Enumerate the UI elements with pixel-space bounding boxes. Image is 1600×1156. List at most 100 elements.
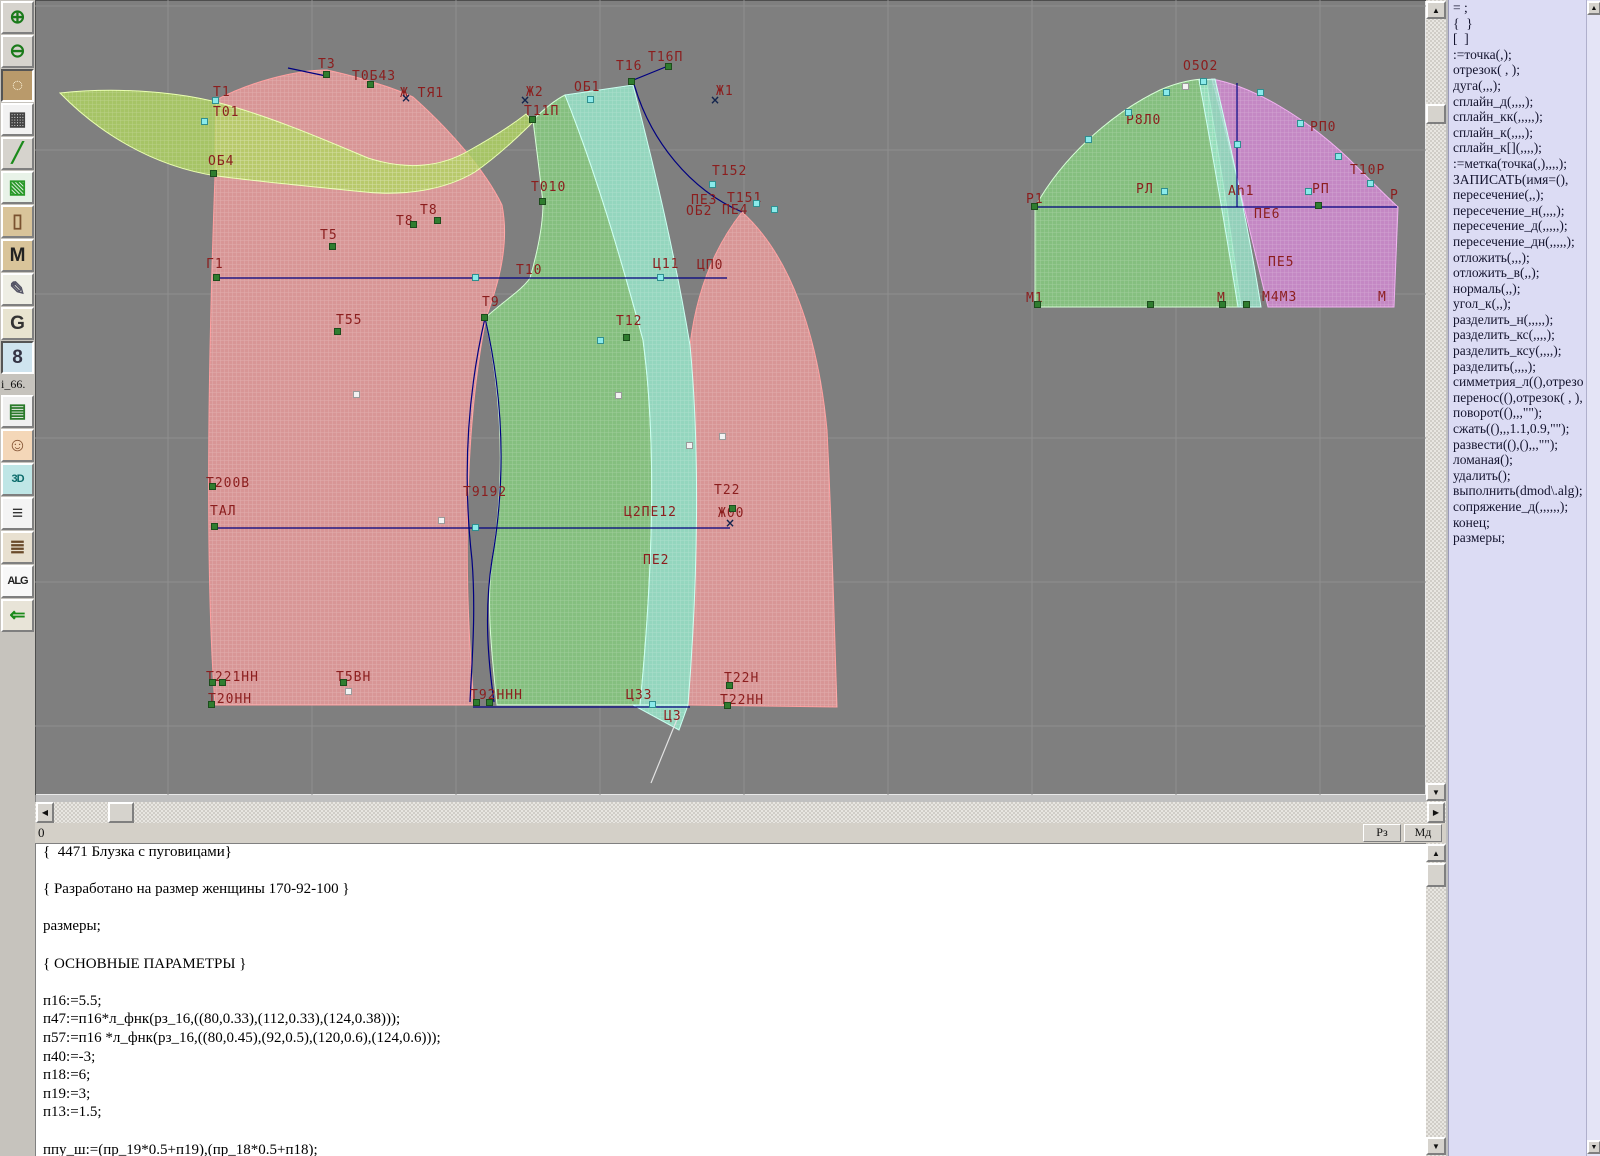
code-line[interactable] <box>35 862 1426 881</box>
function-item[interactable]: перенос((),отрезок( , ), <box>1449 390 1587 406</box>
pattern-view-button[interactable]: ◌ <box>1 69 34 102</box>
drafting-tools-button[interactable]: ✎ <box>1 273 34 306</box>
scroll-down-arrow[interactable]: ▼ <box>1426 1137 1446 1155</box>
code-line[interactable]: размеры; <box>35 917 1426 936</box>
code-line[interactable]: п57:=п16 *л_фнк(рз_16,((80,0.45),(92,0.5… <box>35 1029 1426 1048</box>
function-item[interactable]: пересечение_н(,,,,); <box>1449 203 1587 219</box>
function-item[interactable]: ЗАПИСАТЬ(имя=(), <box>1449 172 1587 188</box>
back-arrow-button[interactable]: ⇐ <box>1 599 34 632</box>
function-item[interactable]: отрезок( , ); <box>1449 62 1587 78</box>
pattern-frame-button[interactable]: ▯ <box>1 205 34 238</box>
function-item[interactable]: дуга(,,,); <box>1449 78 1587 94</box>
function-item[interactable]: угол_к(,,); <box>1449 296 1587 312</box>
pattern-m-icon: M <box>10 246 26 265</box>
pattern-frame-icon: ▯ <box>12 212 22 231</box>
code-line[interactable]: п18:=6; <box>35 1066 1426 1085</box>
code-line[interactable]: ппу_ш:=(пр_19*0.5+п19),(пр_18*0.5+п18); <box>35 1141 1426 1156</box>
pattern-m-button[interactable]: M <box>1 239 34 272</box>
measure-icon: ╱ <box>12 144 23 163</box>
function-item[interactable]: поворот((),,,""); <box>1449 405 1587 421</box>
canvas-hscroll-thumb[interactable] <box>108 802 134 823</box>
function-item[interactable]: сплайн_к[](,,,,); <box>1449 140 1587 156</box>
function-item[interactable]: разделить_кс(,,,,); <box>1449 327 1587 343</box>
image-button[interactable]: ▧ <box>1 171 34 204</box>
alg-doc-button[interactable]: ALG <box>1 565 34 598</box>
table-icon: ▤ <box>9 402 27 421</box>
function-item[interactable]: сплайн_д(,,,,); <box>1449 94 1587 110</box>
function-item[interactable]: сплайн_к(,,,,); <box>1449 125 1587 141</box>
function-item[interactable]: выполнить(dmod\.alg); <box>1449 483 1587 499</box>
code-line[interactable] <box>35 899 1426 918</box>
function-item[interactable]: сплайн_кк(,,,,,); <box>1449 109 1587 125</box>
canvas-vscroll-thumb[interactable] <box>1426 104 1446 124</box>
grid-button[interactable]: ▦ <box>1 103 34 136</box>
code-line[interactable]: п47:=п16*л_фнк(рз_16,((80,0.33),(112,0.3… <box>35 1010 1426 1029</box>
code-line[interactable]: { Разработано на размер женщины 170-92-1… <box>35 880 1426 899</box>
code-line[interactable] <box>35 936 1426 955</box>
scroll-up-arrow[interactable]: ▲ <box>1426 844 1446 862</box>
text-doc-button[interactable]: ≡ <box>1 497 34 530</box>
md-mode-button[interactable]: Мд <box>1404 824 1442 842</box>
zoom-in-button[interactable]: ⊕ <box>1 1 34 34</box>
function-item[interactable]: пересечение_дн(,,,,,); <box>1449 234 1587 250</box>
function-item[interactable]: разделить_ксу(,,,,); <box>1449 343 1587 359</box>
function-item[interactable]: развести((),(),,,""); <box>1449 437 1587 453</box>
function-item[interactable]: = ; <box>1449 0 1587 16</box>
function-item[interactable]: отложить_в(,,); <box>1449 265 1587 281</box>
function-item[interactable]: отложить(,,,); <box>1449 250 1587 266</box>
zoom-out-icon: ⊖ <box>10 42 26 61</box>
function-item[interactable]: { } <box>1449 16 1587 32</box>
drawing-canvas[interactable]: Т3Т0Б43Ж ТЯ1Т1Т01ОБ4Т8Т8Т5Г1Т55Т200ВТАЛТ… <box>35 0 1426 795</box>
function-item[interactable]: разделить(,,,,); <box>1449 359 1587 375</box>
scroll-left-arrow[interactable]: ◀ <box>36 802 54 823</box>
canvas-vertical-scrollbar[interactable]: ▲ ▼ <box>1426 0 1446 802</box>
scroll-right-arrow[interactable]: ▶ <box>1427 802 1445 823</box>
function-item[interactable]: [ ] <box>1449 31 1587 47</box>
table-button[interactable]: ▤ <box>1 395 34 428</box>
scroll-up-arrow[interactable]: ▲ <box>1587 1 1600 15</box>
code-line[interactable]: { ОСНОВНЫЕ ПАРАМЕТРЫ } <box>35 955 1426 974</box>
scroll-up-arrow[interactable]: ▲ <box>1426 1 1446 19</box>
code-line[interactable]: п13:=1.5; <box>35 1103 1426 1122</box>
function-item[interactable]: пересечение(,,); <box>1449 187 1587 203</box>
canvas-horizontal-scrollbar[interactable]: ◀ ▶ <box>35 802 1446 823</box>
books-button[interactable]: ≣ <box>1 531 34 564</box>
photo-button[interactable]: ☺ <box>1 429 34 462</box>
code-line[interactable]: п40:=-3; <box>35 1048 1426 1067</box>
function-item[interactable]: сжать((),,,1.1,0.9,""); <box>1449 421 1587 437</box>
function-item[interactable]: пересечение_д(,,,,,); <box>1449 218 1587 234</box>
function-item[interactable]: нормаль(,,); <box>1449 281 1587 297</box>
function-item[interactable]: разделить_н(,,,,,); <box>1449 312 1587 328</box>
left-toolbar: ⊕⊖◌▦╱▧▯M✎G8i_66.▤☺3D≡≣ALG⇐ <box>0 0 36 1156</box>
ruler-8-button[interactable]: 8 <box>1 341 34 374</box>
scroll-down-arrow[interactable]: ▼ <box>1587 1140 1600 1154</box>
function-item[interactable]: конец; <box>1449 515 1587 531</box>
code-line[interactable] <box>35 1122 1426 1141</box>
alg-doc-icon: ALG <box>7 576 27 587</box>
palette-scrollbar[interactable]: ▲ ▼ <box>1586 0 1600 1156</box>
function-item[interactable]: :=метка(точка(,),,,,); <box>1449 156 1587 172</box>
function-item[interactable]: сопряжение_д(,,,,,,); <box>1449 499 1587 515</box>
scroll-down-arrow[interactable]: ▼ <box>1426 783 1446 801</box>
view3d-button[interactable]: 3D <box>1 463 34 496</box>
code-vscroll-thumb[interactable] <box>1426 863 1446 887</box>
pattern-view-icon: ◌ <box>12 76 23 95</box>
pattern-drawing[interactable] <box>35 0 1426 795</box>
code-editor[interactable]: { 4471 Блузка с пуговицами} { Разработано… <box>35 843 1426 1156</box>
g-reference-button[interactable]: G <box>1 307 34 340</box>
function-item[interactable]: симметрия_л((),отрезо <box>1449 374 1587 390</box>
measure-button[interactable]: ╱ <box>1 137 34 170</box>
function-item[interactable]: размеры; <box>1449 530 1587 546</box>
books-icon: ≣ <box>10 538 26 557</box>
code-line[interactable]: п19:=3; <box>35 1085 1426 1104</box>
code-line[interactable]: п16:=5.5; <box>35 992 1426 1011</box>
code-line[interactable]: { 4471 Блузка с пуговицами} <box>35 843 1426 862</box>
function-item[interactable]: ломаная(); <box>1449 452 1587 468</box>
zoom-out-button[interactable]: ⊖ <box>1 35 34 68</box>
function-item[interactable]: :=точка(,); <box>1449 47 1587 63</box>
code-line[interactable] <box>35 973 1426 992</box>
status-bar: 0 Рз Мд <box>35 823 1446 843</box>
function-item[interactable]: удалить(); <box>1449 468 1587 484</box>
rz-mode-button[interactable]: Рз <box>1363 824 1401 842</box>
code-vertical-scrollbar[interactable]: ▲ ▼ <box>1426 843 1446 1156</box>
